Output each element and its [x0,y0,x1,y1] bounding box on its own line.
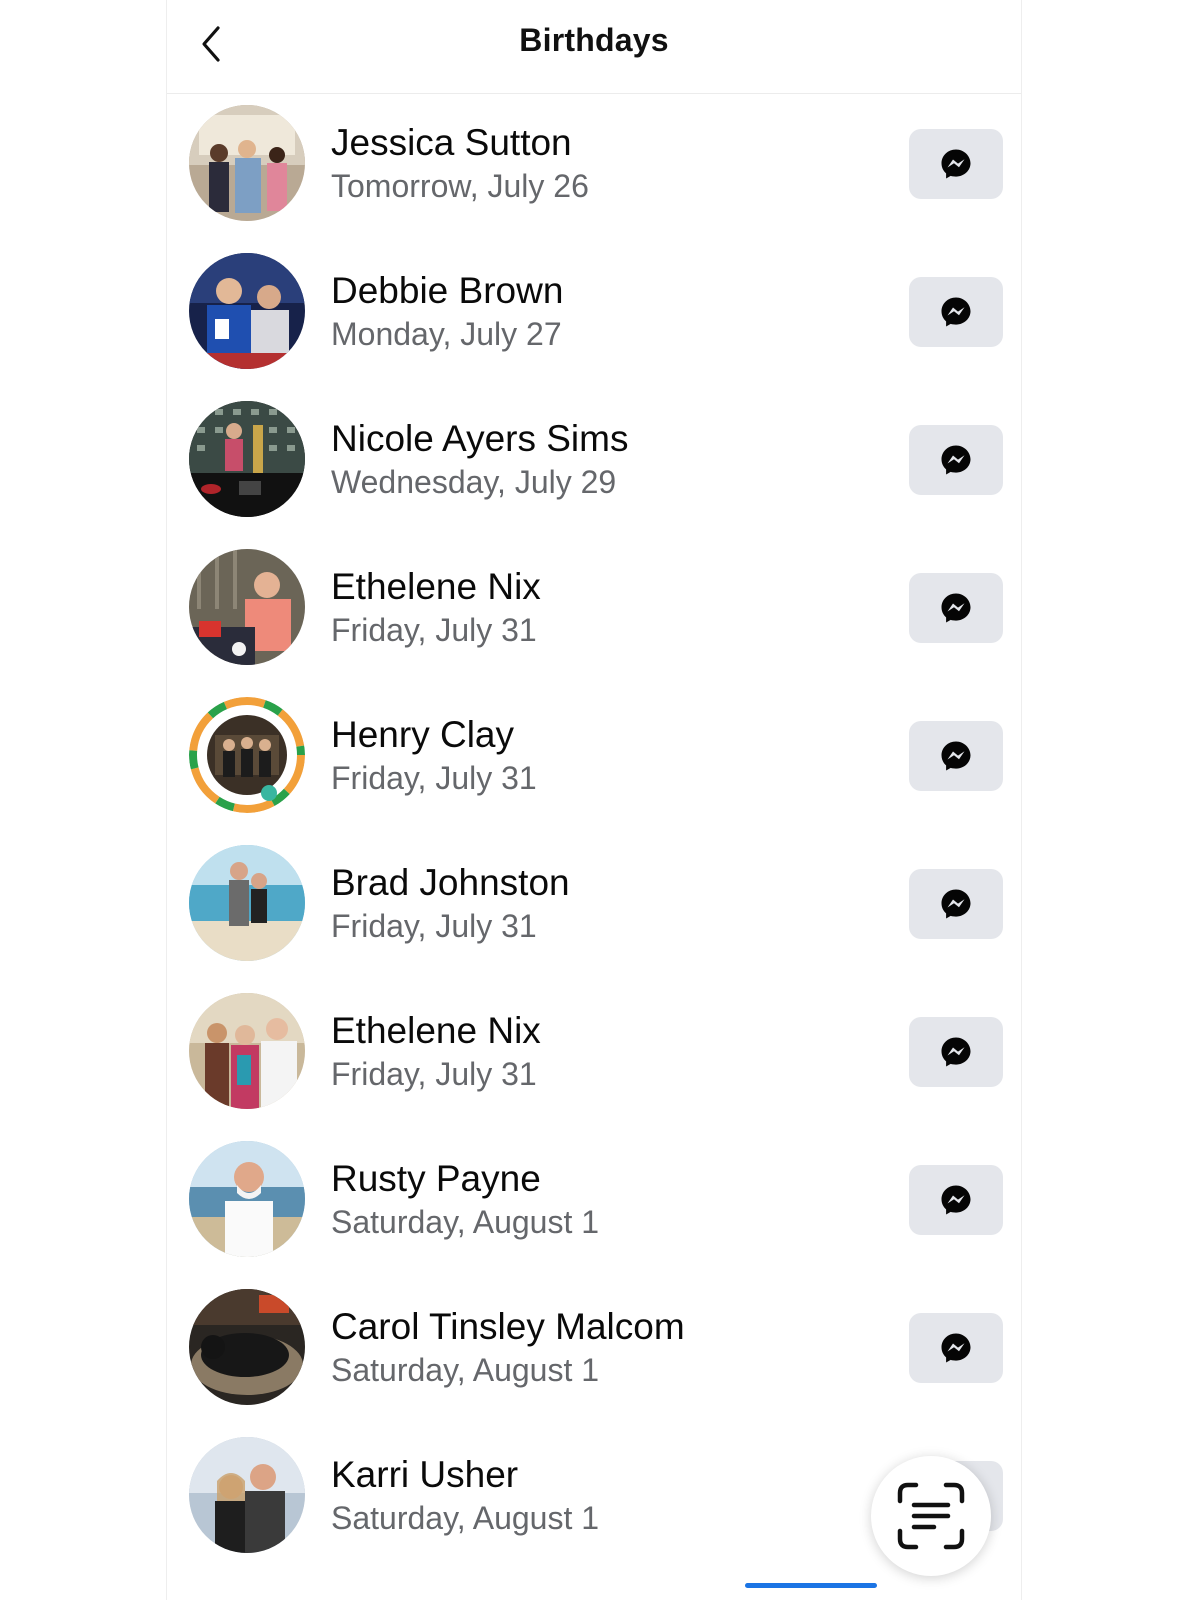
avatar[interactable] [189,549,305,665]
birthday-date: Saturday, August 1 [331,1500,600,1536]
avatar[interactable] [189,105,305,221]
person-name: Rusty Payne [331,1158,541,1199]
birthday-row[interactable]: Carol Tinsley Malcom Saturday, August 1 [167,1278,1021,1426]
person-name: Jessica Sutton [331,122,572,163]
send-message-button[interactable] [909,573,1003,643]
send-message-button[interactable] [909,1017,1003,1087]
person-name: Ethelene Nix [331,566,541,607]
person-name: Debbie Brown [331,270,564,311]
send-message-button[interactable] [909,869,1003,939]
page-title: Birthdays [519,22,669,58]
birthday-list: Jessica Sutton Tomorrow, July 26 Debbie … [167,94,1021,1574]
person-name: Henry Clay [331,714,514,755]
avatar[interactable] [189,697,305,813]
person-name: Brad Johnston [331,862,570,903]
avatar[interactable] [189,1141,305,1257]
person-name: Carol Tinsley Malcom [331,1306,685,1347]
birthday-date: Friday, July 31 [331,908,537,944]
send-message-button[interactable] [909,277,1003,347]
messenger-icon [941,1037,971,1067]
birthday-date: Monday, July 27 [331,316,562,352]
birthday-date: Wednesday, July 29 [331,464,617,500]
messenger-icon [941,741,971,771]
birthday-row[interactable]: Henry Clay Friday, July 31 [167,686,1021,834]
live-text-scan-button[interactable] [871,1456,991,1576]
messenger-icon [941,445,971,475]
birthdays-screen: Birthdays Jessica Sutton Tomorrow, July [166,0,1022,1600]
text-scan-icon [897,1482,965,1550]
avatar[interactable] [189,401,305,517]
avatar[interactable] [189,253,305,369]
send-message-button[interactable] [909,129,1003,199]
avatar[interactable] [189,845,305,961]
avatar[interactable] [189,1289,305,1405]
avatar[interactable] [189,1437,305,1553]
birthday-row[interactable]: Rusty Payne Saturday, August 1 [167,1130,1021,1278]
person-name: Karri Usher [331,1454,519,1495]
send-message-button[interactable] [909,721,1003,791]
birthday-row[interactable]: Ethelene Nix Friday, July 31 [167,538,1021,686]
birthday-date: Tomorrow, July 26 [331,168,589,204]
messenger-icon [941,1185,971,1215]
send-message-button[interactable] [909,1165,1003,1235]
birthday-date: Friday, July 31 [331,760,537,796]
messenger-icon [941,1333,971,1363]
scroll-indicator [745,1583,877,1588]
birthday-date: Friday, July 31 [331,1056,537,1092]
birthday-date: Saturday, August 1 [331,1204,600,1240]
messenger-icon [941,889,971,919]
person-name: Ethelene Nix [331,1010,541,1051]
send-message-button[interactable] [909,425,1003,495]
person-name: Nicole Ayers Sims [331,418,629,459]
birthday-row[interactable]: Brad Johnston Friday, July 31 [167,834,1021,982]
avatar[interactable] [189,993,305,1109]
birthday-date: Friday, July 31 [331,612,537,648]
messenger-icon [941,593,971,623]
header: Birthdays [167,0,1021,94]
birthday-row[interactable]: Jessica Sutton Tomorrow, July 26 [167,94,1021,242]
birthday-row[interactable]: Debbie Brown Monday, July 27 [167,242,1021,390]
send-message-button[interactable] [909,1313,1003,1383]
birthday-date: Saturday, August 1 [331,1352,600,1388]
messenger-icon [941,149,971,179]
birthday-row[interactable]: Ethelene Nix Friday, July 31 [167,982,1021,1130]
messenger-icon [941,297,971,327]
birthday-row[interactable]: Nicole Ayers Sims Wednesday, July 29 [167,390,1021,538]
